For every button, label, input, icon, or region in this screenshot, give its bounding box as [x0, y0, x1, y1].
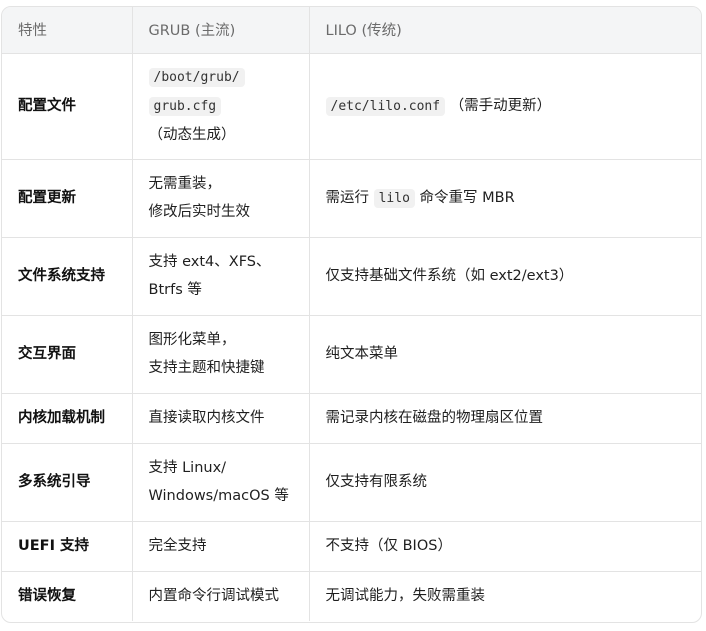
code-snippet: lilo [373, 188, 415, 208]
cell-text: 命令重写 MBR [419, 189, 515, 206]
cell-text: 需运行 [325, 189, 370, 206]
cell-text: Windows/macOS 等 [148, 488, 289, 504]
table-row: 错误恢复 内置命令行调试模式 无调试能力，失败需重装 [2, 571, 701, 621]
row-feature: UEFI 支持 [2, 521, 133, 572]
row-feature: 配置文件 [2, 53, 133, 160]
table-row: 配置更新 无需重装， 修改后实时生效 需运行 lilo 命令重写 MBR [2, 159, 701, 238]
header-feature: 特性 [2, 7, 133, 54]
lilo-cell: 仅支持有限系统 [309, 443, 701, 522]
code-snippet: /boot/grub/ [148, 68, 245, 87]
cell-text: 图形化菜单， [148, 332, 236, 348]
table-row: 交互界面 图形化菜单， 支持主题和快捷键 纯文本菜单 [2, 315, 701, 394]
header-grub: GRUB (主流) [132, 7, 310, 54]
code-snippet: grub.cfg [148, 97, 222, 116]
row-feature: 文件系统支持 [2, 237, 133, 316]
row-feature: 配置更新 [2, 159, 133, 238]
grub-cell: 无需重装， 修改后实时生效 [132, 159, 310, 238]
lilo-cell: 不支持（仅 BIOS） [309, 521, 701, 572]
table-row: 多系统引导 支持 Linux/ Windows/macOS 等 仅支持有限系统 [2, 443, 701, 522]
lilo-cell: 无调试能力，失败需重装 [325, 588, 486, 605]
lilo-cell: 需记录内核在磁盘的物理扇区位置 [309, 393, 701, 444]
grub-cell: 内置命令行调试模式 [132, 571, 310, 621]
cell-text: 支持 ext4、XFS、 [148, 254, 271, 270]
comparison-table-container: 特性 GRUB (主流) LILO (传统) 配置文件 /boot/grub/ … [1, 6, 702, 623]
lilo-cell: 仅支持基础文件系统（如 ext2/ext3） [309, 237, 701, 316]
grub-cell: 支持 ext4、XFS、 Btrfs 等 [132, 237, 310, 316]
cell-text: Btrfs 等 [148, 282, 202, 298]
lilo-cell: /etc/lilo.conf （需手动更新） [309, 53, 701, 160]
row-feature: 交互界面 [2, 315, 133, 394]
grub-cell: /boot/grub/ grub.cfg （动态生成） [132, 53, 310, 160]
comparison-table: 特性 GRUB (主流) LILO (传统) 配置文件 /boot/grub/ … [2, 7, 701, 621]
table-row: 配置文件 /boot/grub/ grub.cfg （动态生成） /etc/li… [2, 53, 701, 160]
code-snippet: /etc/lilo.conf [325, 96, 446, 116]
cell-text: 支持主题和快捷键 [148, 360, 265, 376]
grub-cell: 直接读取内核文件 [132, 393, 310, 444]
cell-text: 无需重装， [148, 176, 222, 192]
cell-text: （需手动更新） [449, 97, 552, 114]
row-feature: 内核加载机制 [2, 393, 133, 444]
cell-text: （动态生成） [148, 127, 236, 143]
grub-cell: 支持 Linux/ Windows/macOS 等 [132, 443, 310, 522]
grub-cell: 图形化菜单， 支持主题和快捷键 [132, 315, 310, 394]
row-feature: 错误恢复 [2, 571, 133, 621]
header-lilo: LILO (传统) [309, 7, 701, 54]
grub-cell: 完全支持 [132, 521, 310, 572]
lilo-cell: 纯文本菜单 [309, 315, 701, 394]
cell-text: 修改后实时生效 [148, 204, 251, 220]
cell-text: 支持 Linux/ [148, 460, 227, 476]
table-header-row: 特性 GRUB (主流) LILO (传统) [2, 7, 701, 54]
table-row: UEFI 支持 完全支持 不支持（仅 BIOS） [2, 521, 701, 572]
table-row: 内核加载机制 直接读取内核文件 需记录内核在磁盘的物理扇区位置 [2, 393, 701, 444]
table-row: 文件系统支持 支持 ext4、XFS、 Btrfs 等 仅支持基础文件系统（如 … [2, 237, 701, 316]
row-feature: 多系统引导 [2, 443, 133, 522]
lilo-cell: 需运行 lilo 命令重写 MBR [309, 159, 701, 238]
